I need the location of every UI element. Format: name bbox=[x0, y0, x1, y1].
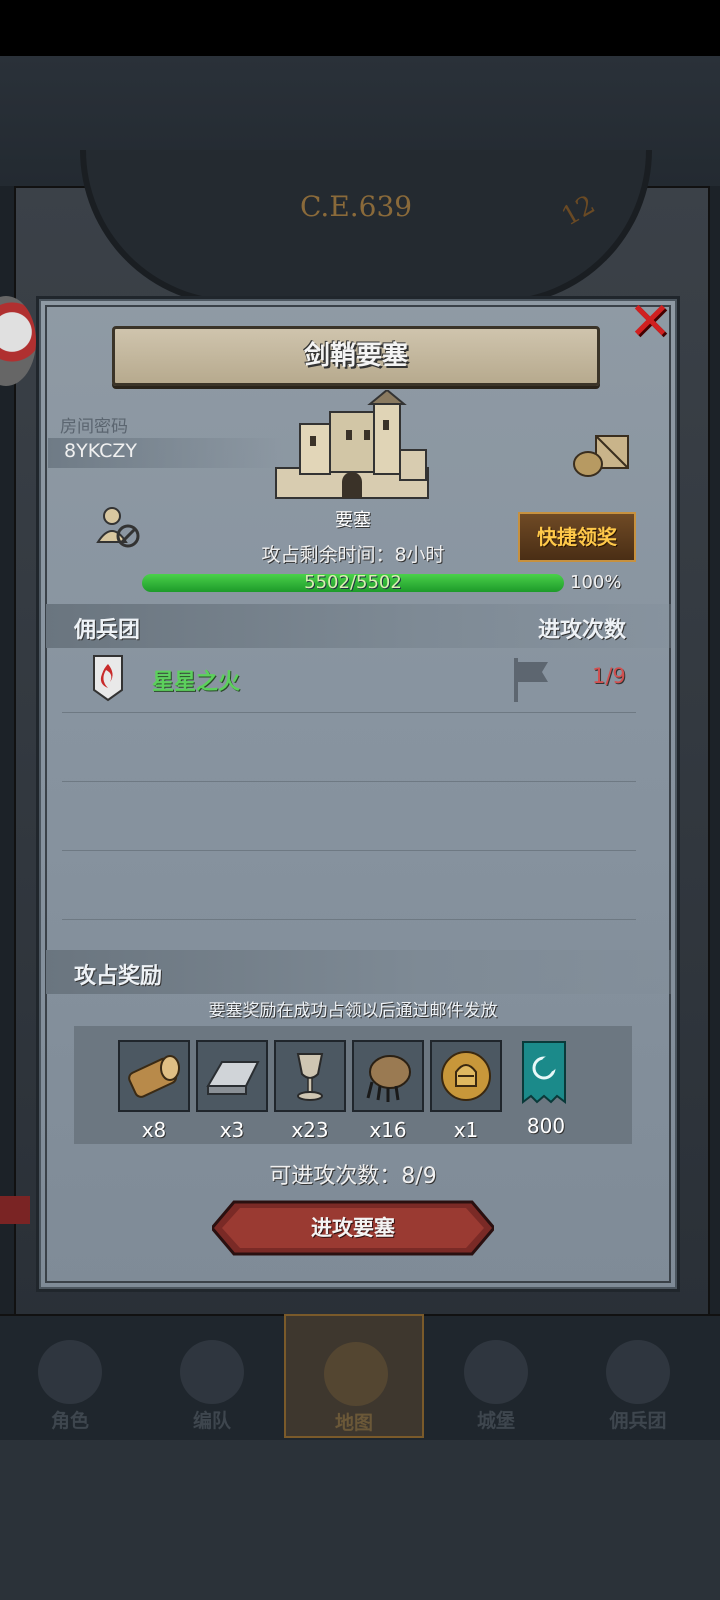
castle-nav-icon bbox=[464, 1340, 528, 1404]
nav-label: 编队 bbox=[192, 1410, 231, 1432]
attack-count-header: 进攻次数 bbox=[538, 618, 627, 643]
reward-qty: x8 bbox=[141, 1118, 167, 1142]
era-dial bbox=[80, 150, 652, 306]
nav-label: 城堡 bbox=[476, 1410, 515, 1432]
hp-percent: 100% bbox=[570, 572, 622, 593]
iron-ingot-icon bbox=[206, 1061, 260, 1095]
reward-qty: x16 bbox=[369, 1118, 407, 1142]
guild-name[interactable]: 星星之火 bbox=[152, 664, 240, 696]
character-icon bbox=[38, 1340, 102, 1404]
nav-label: 地图 bbox=[334, 1412, 373, 1434]
nav-tab-map[interactable]: 地图 bbox=[284, 1314, 424, 1438]
occupy-timer: 攻占剩余时间：8小时 bbox=[261, 544, 445, 566]
nav-tab-formation[interactable]: 编队 bbox=[142, 1314, 282, 1438]
title-banner: 剑鞘要塞 bbox=[112, 326, 600, 386]
mercenary-section-title: 佣兵团 bbox=[74, 618, 141, 643]
castle-icon bbox=[275, 390, 429, 499]
reward-item[interactable]: x8 bbox=[118, 1040, 190, 1142]
building-label: 要塞 bbox=[335, 510, 371, 531]
banner-icon bbox=[522, 1041, 566, 1104]
reward-qty: x1 bbox=[453, 1118, 479, 1142]
knight-helmet-coin-icon bbox=[441, 1051, 491, 1101]
nav-tab-mercenary[interactable]: 佣兵团 bbox=[568, 1314, 708, 1438]
reward-item[interactable]: x16 bbox=[352, 1040, 424, 1142]
fire-shield-icon bbox=[93, 655, 123, 702]
row-divider bbox=[62, 781, 636, 782]
status-bar bbox=[0, 0, 720, 56]
nav-tab-castle[interactable]: 城堡 bbox=[426, 1314, 566, 1438]
formation-icon bbox=[180, 1340, 244, 1404]
reward-qty: x3 bbox=[219, 1118, 245, 1142]
reward-item[interactable]: x3 bbox=[196, 1040, 268, 1142]
wood-log-icon bbox=[128, 1055, 180, 1098]
reward-item[interactable]: x23 bbox=[274, 1040, 346, 1142]
nav-label: 角色 bbox=[50, 1410, 89, 1432]
side-swords-icon[interactable] bbox=[0, 1196, 30, 1224]
attempts-remaining: 可进攻次数：8/9 bbox=[269, 1164, 437, 1189]
hp-text: 5502/5502 bbox=[304, 572, 402, 593]
room-code-label: 房间密码 bbox=[60, 417, 128, 437]
reward-item[interactable]: x1 bbox=[430, 1040, 502, 1142]
reward-qty: x23 bbox=[291, 1118, 329, 1142]
bottom-background bbox=[0, 1440, 720, 1600]
flag-icon bbox=[514, 658, 548, 702]
guild-attack-count: 1/9 bbox=[592, 664, 626, 688]
quick-claim-button[interactable]: 快捷领奖 bbox=[518, 512, 636, 562]
reward-note: 要塞奖励在成功占领以后通过邮件发放 bbox=[208, 1001, 498, 1021]
close-icon[interactable]: ✕ bbox=[626, 296, 674, 348]
row-divider bbox=[62, 850, 636, 851]
reward-item[interactable]: 800 bbox=[510, 1040, 582, 1138]
dialog-title: 剑鞘要塞 bbox=[303, 341, 408, 371]
goblet-icon bbox=[296, 1053, 324, 1101]
reward-section-title: 攻占奖励 bbox=[74, 964, 163, 989]
beast-claw-icon bbox=[366, 1055, 411, 1102]
nav-label: 佣兵团 bbox=[609, 1410, 667, 1432]
row-divider bbox=[62, 712, 636, 713]
reward-qty: 800 bbox=[526, 1114, 566, 1138]
map-compass-icon bbox=[324, 1342, 388, 1406]
no-visitor-icon[interactable] bbox=[94, 502, 142, 550]
nav-tab-character[interactable]: 角色 bbox=[0, 1314, 140, 1438]
era-label: C.E.639 bbox=[300, 190, 413, 223]
attack-fortress-button[interactable]: 进攻要塞 bbox=[212, 1200, 494, 1256]
mercenary-icon bbox=[606, 1340, 670, 1404]
row-divider bbox=[62, 919, 636, 920]
resource-bag-crate-icon[interactable] bbox=[572, 432, 632, 478]
room-code[interactable]: 8YKCZY bbox=[64, 440, 137, 462]
